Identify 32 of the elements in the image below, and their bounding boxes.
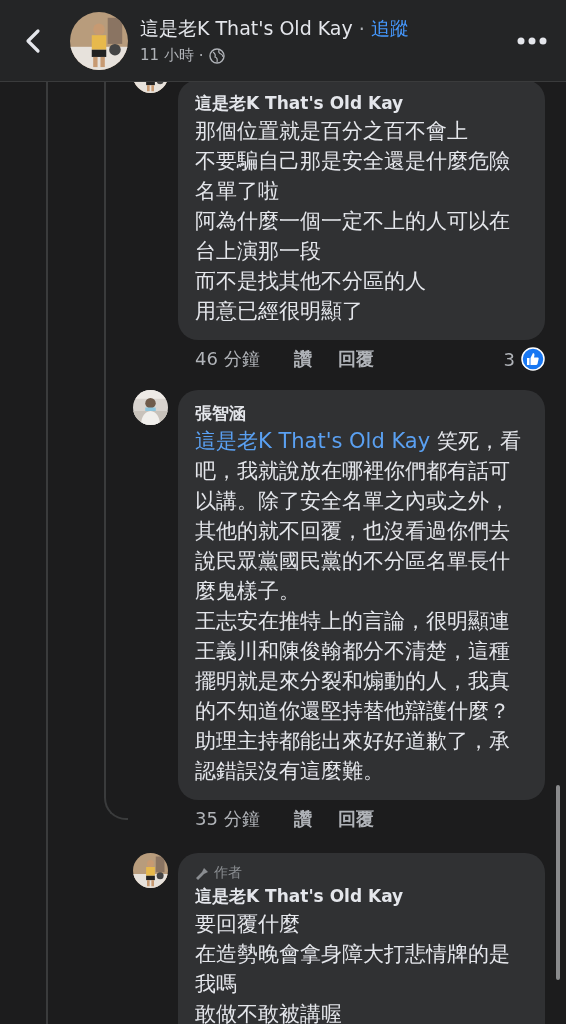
- microphone-icon: [195, 865, 210, 881]
- like-button[interactable]: 讚: [293, 807, 312, 831]
- more-icon[interactable]: [516, 35, 548, 46]
- comment-text: 而不是找其他不分區的人: [195, 268, 427, 295]
- like-button[interactable]: 讚: [293, 347, 312, 371]
- reply-button[interactable]: 回覆: [337, 347, 374, 371]
- reply-button[interactable]: 回覆: [337, 807, 374, 831]
- comment-text: 這是老K That's Old Kay 笑死，看吧，我就說放在哪裡你們都有話可以講。除了安全名單之內或之外，其他的就不回覆，也沒看過你們去說民眾黨國民黨的不分區名單長什麼鬼樣子。: [195, 428, 521, 605]
- comment-text: 王志安在推特上的言論，很明顯連王義川和陳俊翰都分不清楚，這種擺明就是來分裂和煽動的人，我真的不知道你還堅持替他辯護什麼？助理主持都能出來好好道歉了，承認錯誤沒有這麼難。: [195, 608, 511, 785]
- mention-link[interactable]: 這是老K That's Old Kay: [195, 429, 431, 453]
- thumbs-up-icon[interactable]: [521, 347, 545, 371]
- comment-text: 在造勢晚會拿身障大打悲情牌的是我嗎: [195, 941, 511, 998]
- reaction-count: 3: [503, 348, 515, 370]
- scrollbar[interactable]: [556, 785, 560, 980]
- comment-text: 敢做不敢被講喔: [195, 1001, 343, 1024]
- comment-author[interactable]: 這是老K That's Old Kay: [195, 883, 521, 909]
- comment-author[interactable]: 張智涵: [195, 400, 521, 426]
- comment-text: 用意已經很明顯了: [195, 298, 364, 325]
- page-name[interactable]: 這是老K That's Old Kay: [140, 16, 353, 42]
- author-label: 作者: [214, 864, 242, 882]
- separator: ·: [198, 46, 204, 65]
- post-time: 11 小時: [140, 46, 194, 65]
- comment-author[interactable]: 這是老K That's Old Kay: [195, 90, 521, 116]
- comment-text: 阿為什麼一個一定不上的人可以在台上演那一段: [195, 208, 511, 265]
- comment-text: 不要騙自己那是安全還是什麼危險名單了啦: [195, 148, 511, 205]
- globe-icon: [208, 47, 225, 64]
- comment-time: 46 分鐘: [195, 347, 260, 371]
- comment-text: 要回覆什麼: [195, 911, 301, 938]
- follow-link[interactable]: 追蹤: [370, 16, 409, 42]
- separator: ·: [358, 18, 365, 40]
- comment-text: 那個位置就是百分之百不會上: [195, 118, 469, 145]
- comment-time: 35 分鐘: [195, 807, 260, 831]
